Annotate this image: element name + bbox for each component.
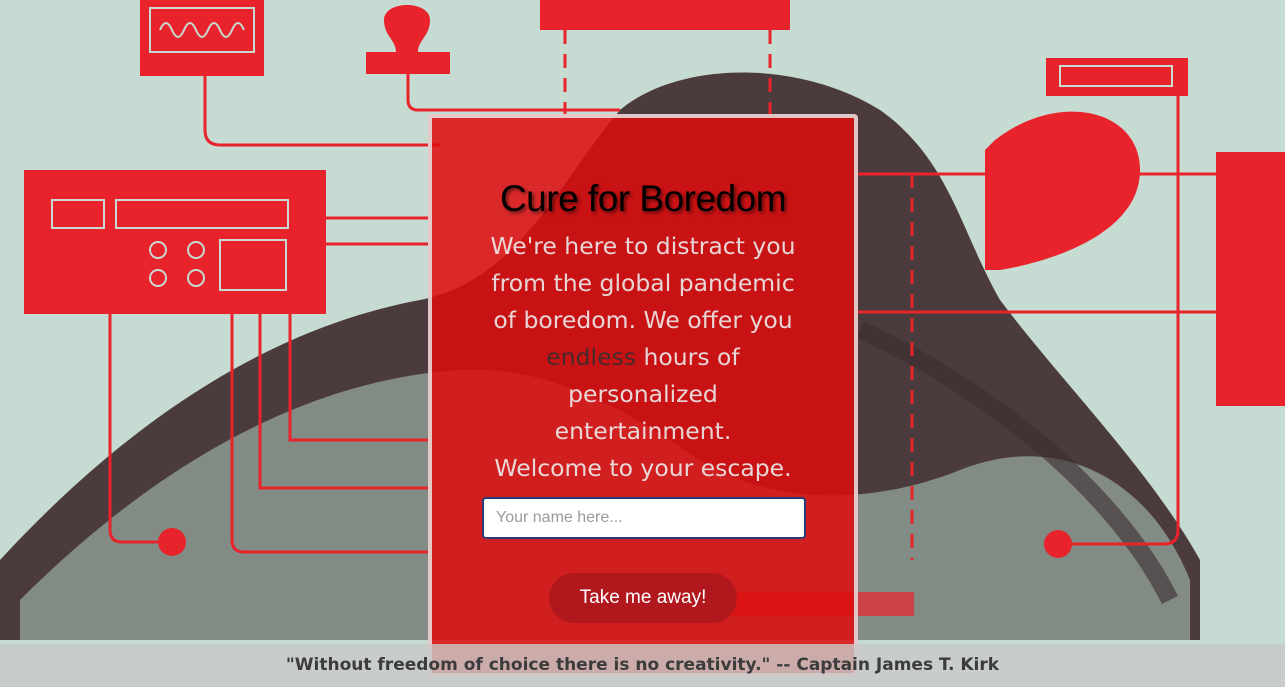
quote-separator: --: [770, 655, 797, 675]
welcome-text: Welcome to your escape.: [494, 454, 792, 482]
name-input[interactable]: [482, 497, 806, 539]
quote-text: "Without freedom of choice there is no c…: [285, 655, 771, 675]
hero-description: We're here to distract you from the glob…: [484, 228, 802, 487]
description-text-start: We're here to distract you from the glob…: [490, 232, 796, 334]
page-root: Cure for Boredom We're here to distract …: [0, 0, 1285, 687]
page-title: Cure for Boredom: [499, 178, 787, 219]
take-me-away-button[interactable]: Take me away!: [549, 573, 737, 623]
footer-quote-bar: "Without freedom of choice there is no c…: [0, 644, 1285, 687]
description-highlight: endless: [546, 343, 637, 371]
welcome-card: Cure for Boredom We're here to distract …: [428, 114, 858, 677]
quote-author: Captain James T. Kirk: [796, 655, 1000, 675]
